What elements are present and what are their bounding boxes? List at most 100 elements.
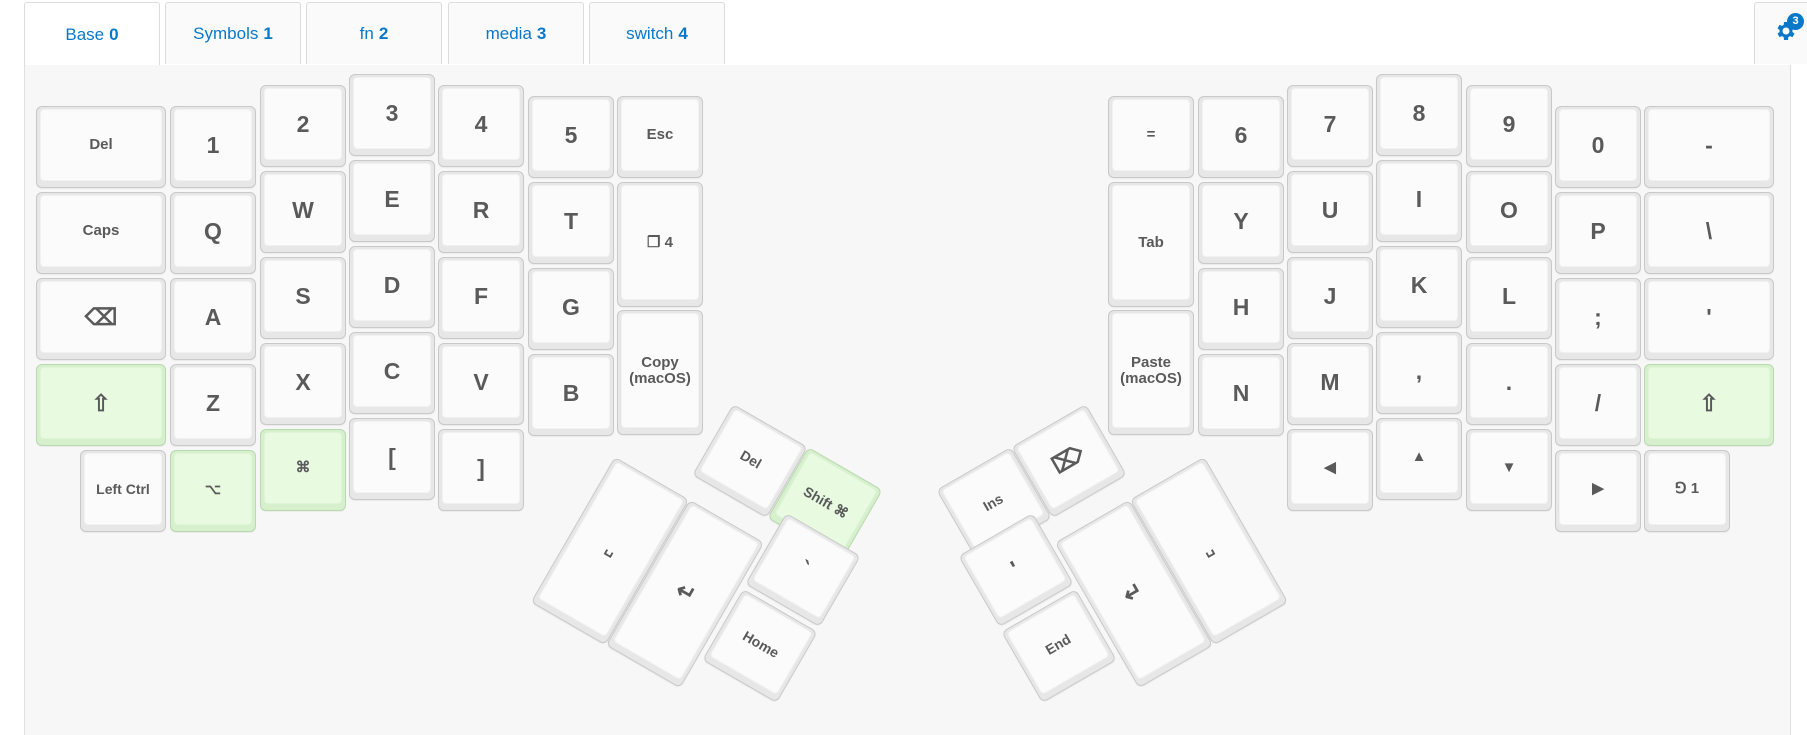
key-label: ;	[1559, 281, 1637, 353]
key-j[interactable]: J	[1287, 257, 1373, 339]
key-p[interactable]: P	[1555, 192, 1641, 274]
key-label: \	[1648, 195, 1770, 267]
key-o[interactable]: O	[1466, 171, 1552, 253]
key-s[interactable]: S	[260, 257, 346, 339]
key-f[interactable]: F	[438, 257, 524, 339]
key-n[interactable]: N	[1198, 354, 1284, 436]
key-k[interactable]: K	[1376, 246, 1462, 328]
key-6[interactable]: 6	[1198, 96, 1284, 178]
key-0[interactable]: 0	[1555, 106, 1641, 188]
key-z[interactable]: Z	[170, 364, 256, 446]
arrow-down-icon: ▼	[1470, 432, 1548, 504]
key-shift-left[interactable]: ⇧	[36, 364, 166, 446]
key-label: Caps	[40, 195, 162, 267]
key-arrow-up[interactable]: ▲	[1376, 418, 1462, 500]
key-label: =	[1112, 99, 1190, 171]
key-option[interactable]: ⌥	[170, 450, 256, 532]
key-equals[interactable]: =	[1108, 96, 1194, 178]
key-label: T	[532, 185, 610, 257]
key-c[interactable]: C	[349, 332, 435, 414]
key-label: 1	[174, 109, 252, 181]
key-9[interactable]: 9	[1466, 85, 1552, 167]
key-paste[interactable]: Paste (macOS)	[1108, 310, 1194, 435]
key-e[interactable]: E	[349, 160, 435, 242]
key-label: R	[442, 174, 520, 246]
key-esc[interactable]: Esc	[617, 96, 703, 178]
key-backspace[interactable]: ⌫	[36, 278, 166, 360]
key-comma[interactable]: ,	[1376, 332, 1462, 414]
tab-media[interactable]: media 3	[448, 2, 584, 64]
key-left-bracket[interactable]: [	[349, 418, 435, 500]
key-m[interactable]: M	[1287, 343, 1373, 425]
key-5[interactable]: 5	[528, 96, 614, 178]
key-2[interactable]: 2	[260, 85, 346, 167]
tab-switch[interactable]: switch 4	[589, 2, 725, 64]
key-label: F	[442, 260, 520, 332]
key-left-ctrl[interactable]: Left Ctrl	[80, 450, 166, 532]
key-label: ⅁ 1	[1648, 453, 1726, 525]
key-period[interactable]: .	[1466, 343, 1552, 425]
notification-badge: 3	[1787, 13, 1804, 30]
key-label: 0	[1559, 109, 1637, 181]
key-layer-4[interactable]: ❐ 4	[617, 182, 703, 307]
key-layer-1[interactable]: ⅁ 1	[1644, 450, 1730, 532]
key-arrow-left[interactable]: ◀	[1287, 429, 1373, 511]
key-minus[interactable]: -	[1644, 106, 1774, 188]
key-semicolon[interactable]: ;	[1555, 278, 1641, 360]
key-label: 3	[353, 77, 431, 149]
key-w[interactable]: W	[260, 171, 346, 253]
key-label: W	[264, 174, 342, 246]
key-label: ,	[1380, 335, 1458, 407]
command-icon: ⌘	[264, 432, 342, 504]
tab-fn[interactable]: fn 2	[306, 2, 442, 64]
key-3[interactable]: 3	[349, 74, 435, 156]
key-label: A	[174, 281, 252, 353]
tab-media-label: media	[485, 23, 532, 43]
key-caps[interactable]: Caps	[36, 192, 166, 274]
key-slash[interactable]: /	[1555, 364, 1641, 446]
key-arrow-right[interactable]: ▶	[1555, 450, 1641, 532]
key-b[interactable]: B	[528, 354, 614, 436]
key-v[interactable]: V	[438, 343, 524, 425]
key-i[interactable]: I	[1376, 160, 1462, 242]
key-7[interactable]: 7	[1287, 85, 1373, 167]
key-x[interactable]: X	[260, 343, 346, 425]
key-label: M	[1291, 346, 1369, 418]
tab-fn-label: fn	[359, 23, 374, 43]
key-r[interactable]: R	[438, 171, 524, 253]
key-8[interactable]: 8	[1376, 74, 1462, 156]
key-label: C	[353, 335, 431, 407]
key-1[interactable]: 1	[170, 106, 256, 188]
key-shift-right[interactable]: ⇧	[1644, 364, 1774, 446]
tab-base[interactable]: Base 0	[24, 2, 160, 66]
settings-button[interactable]: 3	[1754, 2, 1807, 64]
key-label: Tab	[1112, 185, 1190, 300]
key-label: Q	[174, 195, 252, 267]
key-h[interactable]: H	[1198, 268, 1284, 350]
key-right-bracket[interactable]: ]	[438, 429, 524, 511]
key-g[interactable]: G	[528, 268, 614, 350]
key-cmd[interactable]: ⌘	[260, 429, 346, 511]
tab-switch-label: switch	[626, 23, 674, 43]
key-backslash[interactable]: \	[1644, 192, 1774, 274]
key-arrow-down[interactable]: ▼	[1466, 429, 1552, 511]
key-u[interactable]: U	[1287, 171, 1373, 253]
keyboard-layout: Del 1 2 3 4 5 Esc Caps Q W E R T ❐ 4 ⌫ A…	[24, 65, 1791, 735]
key-label: ❐ 4	[621, 185, 699, 300]
key-label: H	[1202, 271, 1280, 343]
tab-symbols[interactable]: Symbols 1	[165, 2, 301, 64]
tab-media-number: 3	[536, 23, 547, 43]
key-4[interactable]: 4	[438, 85, 524, 167]
key-q[interactable]: Q	[170, 192, 256, 274]
key-tab[interactable]: Tab	[1108, 182, 1194, 307]
key-del-left[interactable]: Del	[36, 106, 166, 188]
key-quote[interactable]: '	[1644, 278, 1774, 360]
key-t[interactable]: T	[528, 182, 614, 264]
key-a[interactable]: A	[170, 278, 256, 360]
key-label: 8	[1380, 77, 1458, 149]
key-copy[interactable]: Copy (macOS)	[617, 310, 703, 435]
key-d[interactable]: D	[349, 246, 435, 328]
key-label: U	[1291, 174, 1369, 246]
key-y[interactable]: Y	[1198, 182, 1284, 264]
key-l[interactable]: L	[1466, 257, 1552, 339]
